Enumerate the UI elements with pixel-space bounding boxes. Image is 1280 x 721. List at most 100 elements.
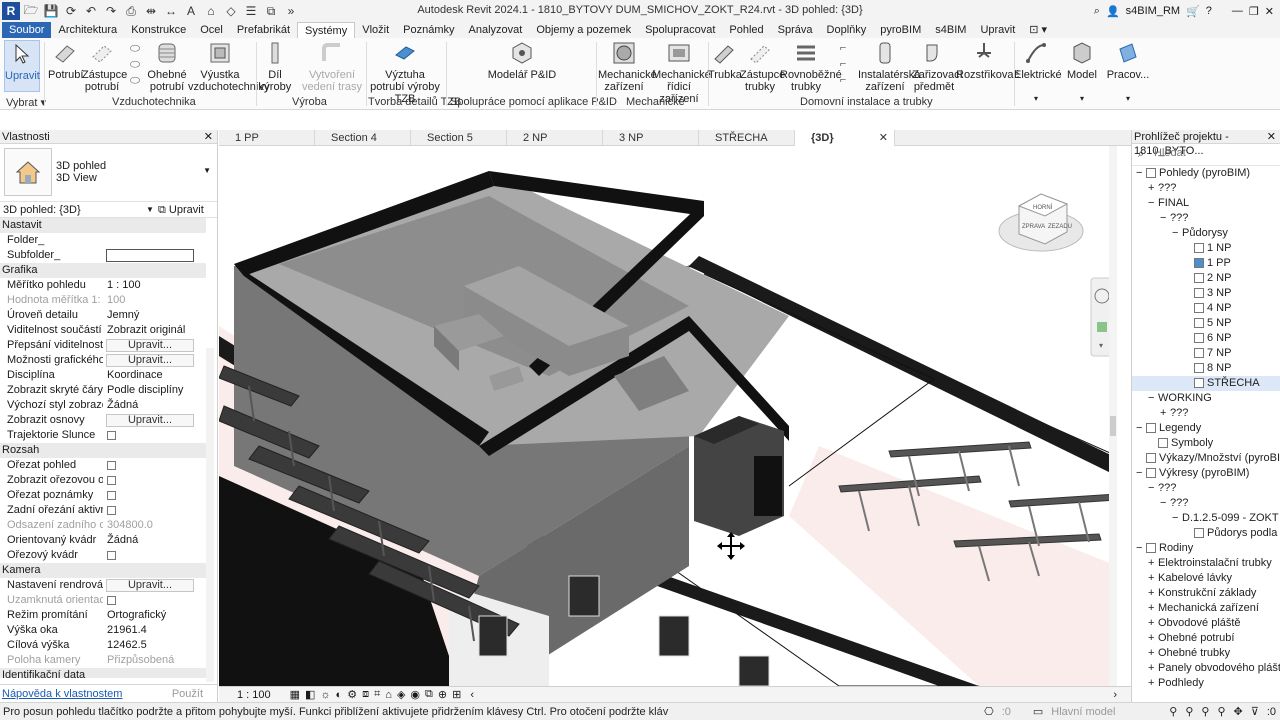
tree-node-item[interactable]: −??? [1148, 481, 1176, 496]
tab-poznamky[interactable]: Poznámky [396, 22, 461, 38]
checkbox[interactable] [107, 505, 116, 515]
tree-node-elektroinstalacni-trubky[interactable]: + Elektroinstalační trubky [1148, 556, 1272, 571]
tag-icon[interactable]: A [182, 2, 200, 20]
redo-icon[interactable]: ↷ [102, 2, 120, 20]
measure-icon[interactable]: ⇹ [142, 2, 160, 20]
instance-selector[interactable]: 3D pohled: {3D} [3, 202, 81, 218]
property-value[interactable]: 304800.0 [107, 518, 153, 533]
tree-node-6-np[interactable]: 6 NP [1184, 331, 1231, 346]
edit-button[interactable]: Upravit... [106, 354, 194, 367]
property-category[interactable]: Kamera [0, 563, 206, 578]
collapse-icon[interactable]: − [1136, 166, 1146, 181]
undo-icon[interactable]: ↶ [82, 2, 100, 20]
expand-icon[interactable]: + [1148, 571, 1158, 586]
reveal-hidden-icon[interactable]: ◉ [410, 688, 420, 701]
subfolder-field[interactable] [106, 249, 194, 262]
type-selector[interactable]: 3D pohled 3D View ▼ [0, 144, 217, 202]
tab-sprava[interactable]: Správa [771, 22, 820, 38]
view-tab-strecha[interactable]: STŘECHA [699, 130, 795, 146]
tree-node-pohledy-pyrobim[interactable]: − Pohledy (pyroBIM) [1136, 166, 1250, 181]
pipe-button[interactable]: Trubka [708, 40, 742, 81]
crop-view-icon[interactable]: ⧈ [362, 688, 369, 701]
tab-objemy[interactable]: Objemy a pozemek [529, 22, 638, 38]
property-value[interactable]: Přizpůsobená [107, 653, 174, 668]
collapse-icon[interactable]: − [1160, 211, 1170, 226]
browser-search[interactable]: ⌕ [1132, 144, 1280, 166]
search-input[interactable] [1154, 147, 1274, 159]
edit-button[interactable]: Upravit... [106, 414, 194, 427]
collapse-icon[interactable]: − [1148, 481, 1158, 496]
close-icon[interactable]: ✕ [1267, 130, 1276, 144]
restore-icon[interactable]: ❐ [1249, 5, 1259, 18]
tab-soubor[interactable]: Soubor [2, 22, 52, 38]
thin-lines-icon[interactable]: ☰ [242, 2, 260, 20]
minimize-icon[interactable]: — [1232, 5, 1243, 17]
close-icon[interactable]: ✕ [879, 130, 888, 146]
tree-node-2-np[interactable]: 2 NP [1184, 271, 1231, 286]
help-icon[interactable]: ? [1206, 5, 1212, 17]
property-value[interactable]: 1 : 100 [107, 278, 141, 293]
collapse-icon[interactable]: − [1148, 391, 1158, 406]
tab-systemy[interactable]: Systémy [297, 21, 356, 39]
checkbox[interactable] [107, 595, 116, 605]
print-icon[interactable]: ⎙ [122, 2, 140, 20]
property-value[interactable]: Ortografický [107, 608, 166, 623]
user-name[interactable]: s4BIM_RM [1126, 5, 1180, 17]
edit-button[interactable]: Upravit... [106, 339, 194, 352]
scroll-right-icon[interactable]: › [1113, 689, 1117, 701]
mechanical-equipment-button[interactable]: Mechanické zařízení [598, 40, 657, 93]
analytical-icon[interactable]: ⊕ [438, 688, 447, 701]
worksharing-icon[interactable]: ⧉ [425, 688, 433, 701]
select-pinned-icon[interactable]: ⚲ [1201, 703, 1209, 721]
property-value[interactable]: 100 [107, 293, 125, 308]
tree-node-symboly[interactable]: Symboly [1148, 436, 1213, 451]
checkbox[interactable] [107, 490, 116, 500]
workplane-button[interactable]: Pracov... ▾ [1106, 40, 1150, 105]
hide-isolate-icon[interactable]: ◈ [397, 688, 405, 701]
tab-pohled[interactable]: Pohled [722, 22, 770, 38]
tab-analyzovat[interactable]: Analyzovat [462, 22, 530, 38]
dimension-icon[interactable]: ↔ [162, 2, 180, 20]
more-icon[interactable]: » [282, 2, 300, 20]
tree-node-pudorys-podla[interactable]: Půdorys podla [1184, 526, 1277, 541]
chevron-down-icon[interactable]: ▼ [146, 202, 154, 218]
tab-pyrobim[interactable]: pyroBIM [873, 22, 928, 38]
expand-icon[interactable]: + [1148, 676, 1158, 691]
tab-architektura[interactable]: Architektura [51, 22, 124, 38]
user-icon[interactable]: 👤 [1106, 5, 1120, 18]
tree-node-final[interactable]: − FINAL [1148, 196, 1189, 211]
viewcube[interactable]: HORNÍ ZPRAVA ZEZADU [998, 193, 1084, 252]
property-value[interactable]: Žádná [107, 398, 138, 413]
tree-node-item[interactable]: −??? [1160, 496, 1188, 511]
checkbox[interactable] [107, 460, 116, 470]
sun-path-icon[interactable]: ☼ [320, 689, 330, 701]
property-value[interactable]: Žádná [107, 533, 138, 548]
collapse-icon[interactable]: − [1160, 496, 1170, 511]
active-model[interactable]: Hlavní model [1051, 703, 1161, 721]
view-tab-3np[interactable]: 3 NP [603, 130, 699, 146]
close-icon[interactable]: ✕ [204, 130, 213, 144]
plumbing-equipment-button[interactable]: Instalatérská zařízení [858, 40, 920, 93]
tree-node-3-np[interactable]: 3 NP [1184, 286, 1231, 301]
close-icon[interactable]: ✕ [1265, 5, 1274, 18]
tab-extra-dropdown[interactable]: ⊡ ▾ [1022, 22, 1054, 38]
tree-node-panely-obvodoveho-plaste[interactable]: + Panely obvodového pláště [1148, 661, 1280, 676]
tree-node-working[interactable]: − WORKING [1148, 391, 1212, 406]
visual-style-icon[interactable]: ◧ [305, 688, 315, 701]
open-icon[interactable]: 🗁 [22, 2, 40, 20]
checkbox[interactable] [107, 475, 116, 485]
expand-icon[interactable]: + [1148, 586, 1158, 601]
property-value[interactable]: 12462.5 [107, 638, 147, 653]
pid-modeler-button[interactable]: Modelář P&ID [486, 40, 558, 81]
scroll-left-icon[interactable]: ‹ [470, 689, 474, 701]
view-scale[interactable]: 1 : 100 [237, 689, 271, 701]
expand-icon[interactable]: + [1148, 616, 1158, 631]
collapse-icon[interactable]: − [1136, 421, 1146, 436]
tab-vlozit[interactable]: Vložit [355, 22, 396, 38]
select-by-face-icon[interactable]: ⚲ [1217, 703, 1225, 721]
expand-icon[interactable]: + [1148, 646, 1158, 661]
fabrication-part-button[interactable]: Díl výroby [258, 40, 292, 93]
cart-icon[interactable]: 🛒 [1186, 5, 1200, 18]
switch-windows-icon[interactable]: ⧉ [262, 2, 280, 20]
tab-konstrukce[interactable]: Konstrukce [124, 22, 193, 38]
